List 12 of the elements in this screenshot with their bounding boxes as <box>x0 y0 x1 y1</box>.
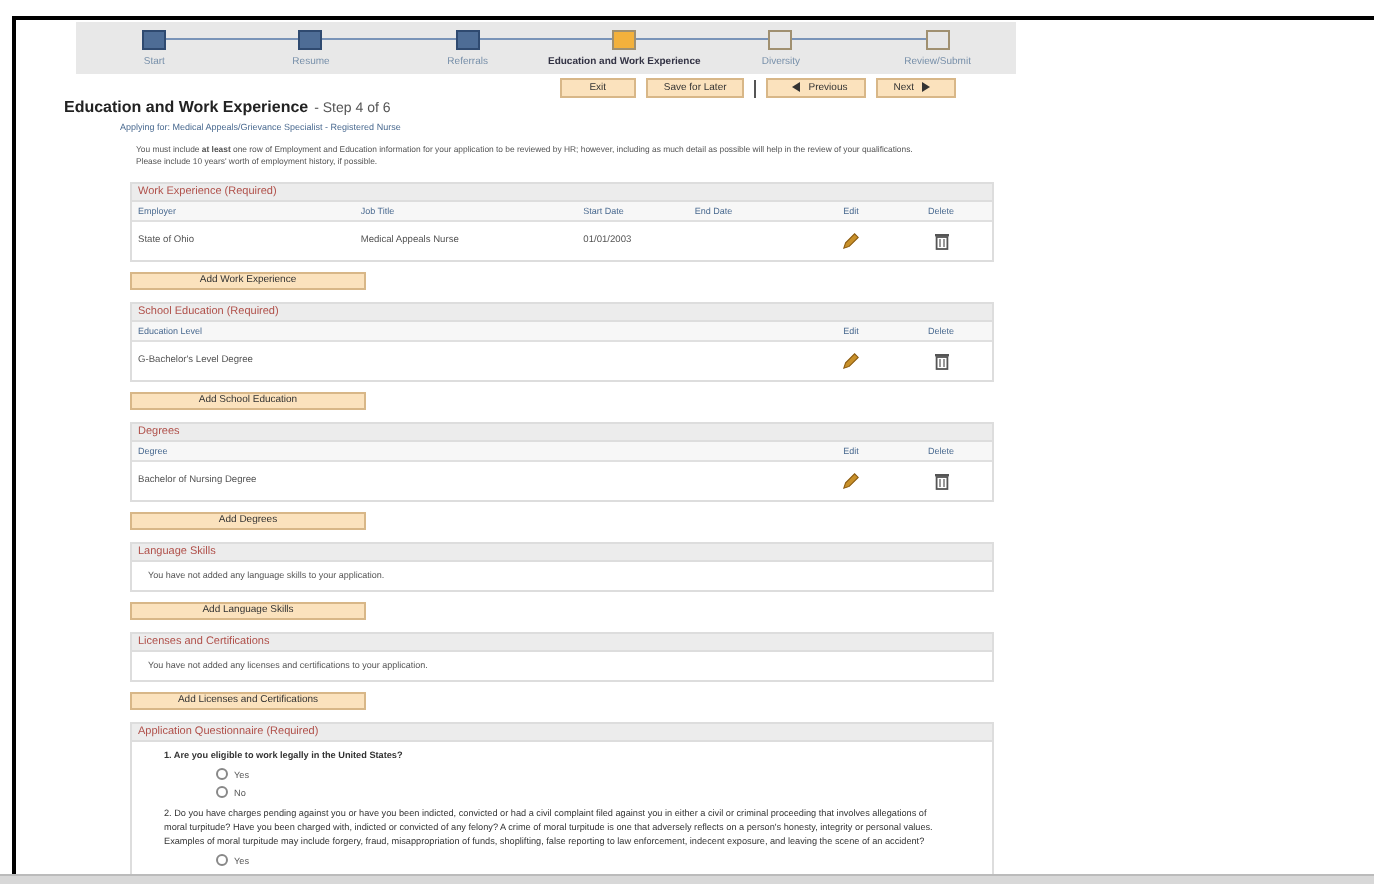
pencil-icon[interactable] <box>842 231 860 250</box>
trash-icon[interactable] <box>933 471 949 490</box>
left-arrow-icon <box>792 82 801 93</box>
page-title: Education and Work Experience <box>64 98 309 116</box>
pencil-icon[interactable] <box>842 471 860 490</box>
radio-button[interactable] <box>216 768 228 781</box>
radio-button[interactable] <box>216 786 228 799</box>
radio-button[interactable] <box>216 854 228 867</box>
right-arrow-icon <box>922 82 930 93</box>
trash-icon[interactable] <box>933 231 949 250</box>
pencil-icon[interactable] <box>842 351 860 370</box>
trash-icon[interactable] <box>933 351 949 370</box>
